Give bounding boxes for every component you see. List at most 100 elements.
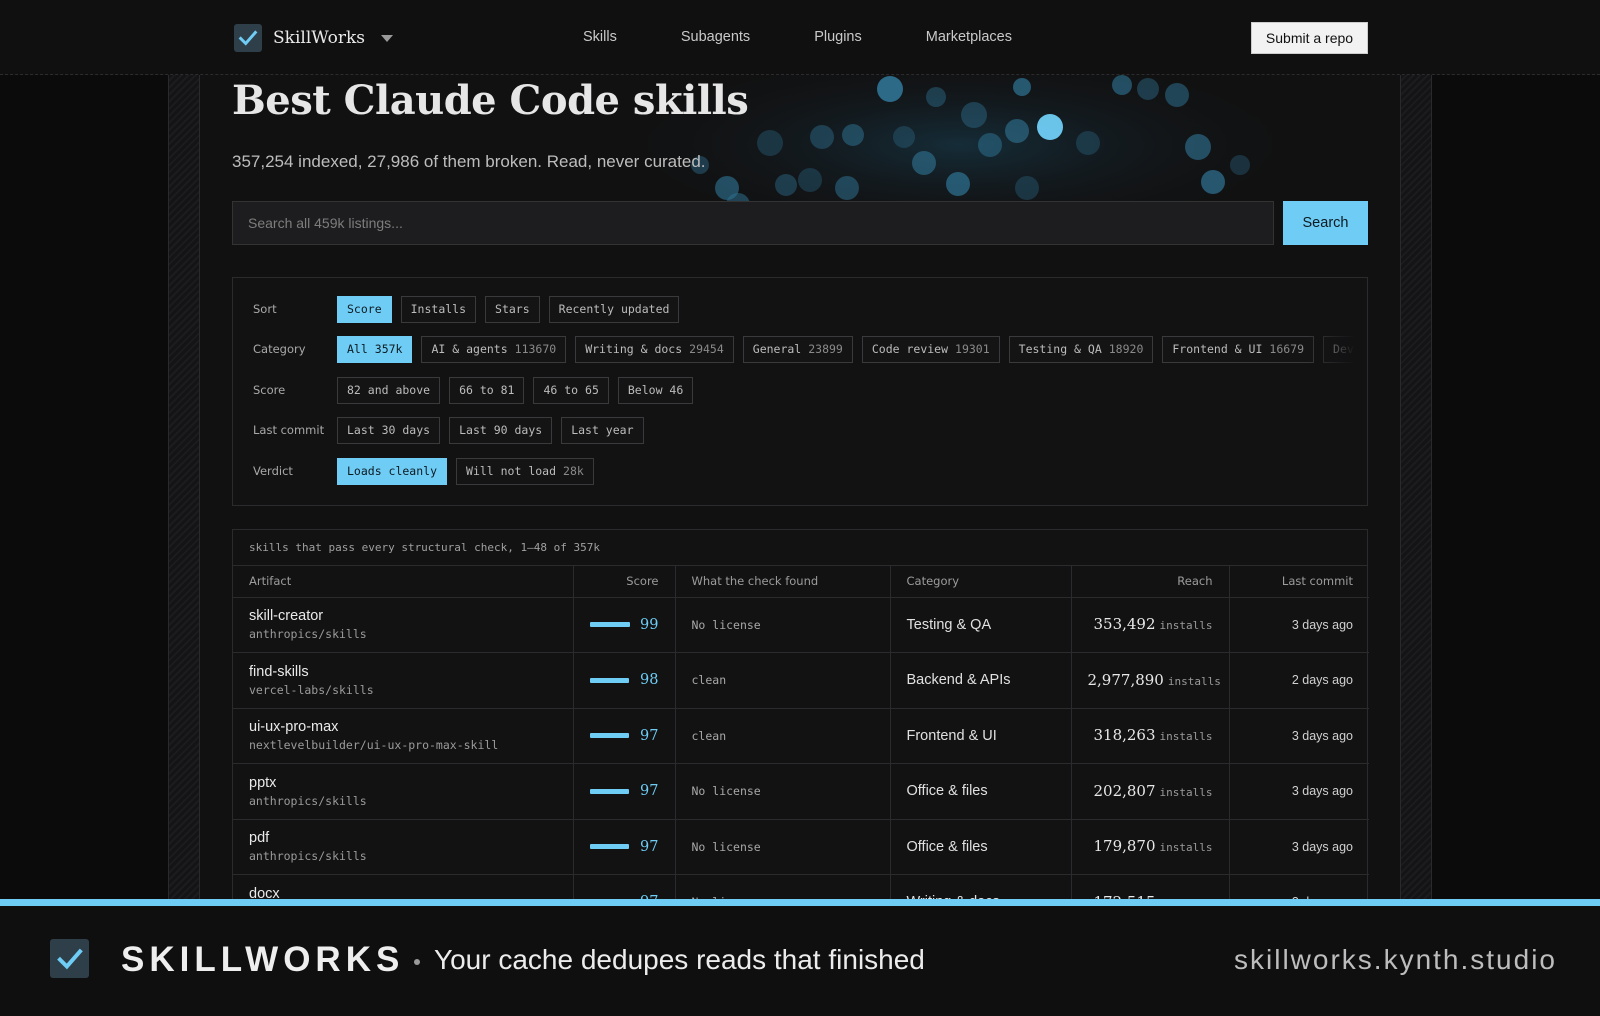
filter-chip[interactable]: 66 to 81 xyxy=(449,376,525,404)
chip-label: 82 and above xyxy=(347,383,431,397)
nav-link-subagents[interactable]: Subagents xyxy=(681,29,750,45)
artifact-name[interactable]: find-skills xyxy=(249,664,557,680)
col-reach[interactable]: Reach xyxy=(1071,566,1230,598)
chip-group: Score Installs Stars Recently updated xyxy=(337,295,688,323)
artifact-repo[interactable]: anthropics/skills xyxy=(249,627,557,641)
nav-link-plugins[interactable]: Plugins xyxy=(814,29,862,45)
cell-reach: 202,807 installs xyxy=(1071,763,1230,820)
table-row[interactable]: pptx anthropics/skills 97 No license Office … xyxy=(233,763,1369,820)
category-value: Frontend & UI xyxy=(906,727,997,744)
search-button[interactable]: Search xyxy=(1283,201,1368,245)
caret-down-icon[interactable] xyxy=(380,34,393,42)
artifact-name[interactable]: skill-creator xyxy=(249,608,557,624)
filter-chip[interactable]: Last 90 days xyxy=(449,416,553,444)
skills-table: Artifact Score What the check found Cate… xyxy=(233,566,1369,905)
filter-row-category: Category All 357k AI & agents 113670 Writing… xyxy=(253,335,1367,363)
filter-chip[interactable]: General 23899 xyxy=(742,335,853,363)
filter-chip[interactable]: Loads cleanly xyxy=(337,457,448,485)
chip-group: Loads cleanly Will not load 28k xyxy=(337,457,603,485)
artifact-repo[interactable]: vercel-labs/skills xyxy=(249,683,557,697)
search-input[interactable] xyxy=(232,201,1274,245)
score-value: 98 xyxy=(640,672,659,689)
reach-value: 179,870 xyxy=(1093,837,1156,856)
chip-label: Below 46 xyxy=(627,383,684,397)
chip-label: Testing & QA xyxy=(1018,342,1102,356)
chip-count: 113670 xyxy=(514,342,557,356)
cell-category: Office & files xyxy=(890,763,1072,820)
brand-menu[interactable]: SkillWorks xyxy=(234,24,393,52)
col-category[interactable]: Category xyxy=(890,566,1072,598)
filter-label: Verdict xyxy=(253,464,293,478)
col-score[interactable]: Score xyxy=(573,566,676,598)
score-value: 97 xyxy=(640,727,659,744)
filter-chip[interactable]: AI & agents 113670 xyxy=(421,335,567,363)
cell-artifact: pdf anthropics/skills xyxy=(233,819,574,875)
filter-chip[interactable]: All 357k xyxy=(337,335,413,363)
filter-chip[interactable]: 46 to 65 xyxy=(533,376,609,404)
bullet-dot-icon xyxy=(414,959,420,965)
col-last-commit[interactable]: Last commit xyxy=(1229,566,1369,598)
filter-chip[interactable]: Frontend & UI 16679 xyxy=(1162,335,1315,363)
reach-value: 202,807 xyxy=(1093,781,1156,800)
submit-repo-button[interactable]: Submit a repo xyxy=(1251,22,1368,54)
table-row[interactable]: ui-ux-pro-max nextlevelbuilder/ui-ux-pro-… xyxy=(233,708,1369,764)
check-result: clean xyxy=(691,728,727,743)
filter-chip[interactable]: Stars xyxy=(485,295,540,323)
cell-check-found: clean xyxy=(675,708,891,764)
artifact-name[interactable]: pptx xyxy=(249,775,557,791)
artifact-name[interactable]: ui-ux-pro-max xyxy=(249,719,557,735)
decorative-dot xyxy=(1137,78,1159,100)
cell-reach: 2,977,890 installs xyxy=(1071,652,1230,709)
cell-category: Testing & QA xyxy=(890,597,1072,653)
cell-score: 97 xyxy=(573,708,676,764)
chip-count: 18920 xyxy=(1108,342,1144,356)
filter-chip[interactable]: Last year xyxy=(561,416,644,444)
decorative-dot xyxy=(842,124,864,146)
chip-group: All 357k AI & agents 113670 Writing & docs 29… xyxy=(337,335,1367,363)
decorative-dot xyxy=(1013,78,1031,96)
cell-check-found: clean xyxy=(675,652,891,709)
reach-unit: installs xyxy=(1159,841,1213,855)
artifact-repo[interactable]: anthropics/skills xyxy=(249,794,557,808)
filter-chip[interactable]: 82 and above xyxy=(337,376,441,404)
filter-chip[interactable]: Last 30 days xyxy=(337,416,441,444)
filter-chip[interactable]: Writing & docs 29454 xyxy=(575,335,734,363)
artifact-name[interactable]: pdf xyxy=(249,830,557,846)
artifact-repo[interactable]: anthropics/skills xyxy=(249,849,557,863)
nav-link-skills[interactable]: Skills xyxy=(583,29,617,45)
filter-chip[interactable]: Recently updated xyxy=(548,295,680,323)
results-caption: skills that pass every structural check,… xyxy=(233,530,1367,566)
table-row[interactable]: skill-creator anthropics/skills 99 No licen… xyxy=(233,597,1369,653)
decorative-dot xyxy=(798,168,822,192)
filter-chip[interactable]: Testing & QA 18920 xyxy=(1008,335,1154,363)
table-row[interactable]: find-skills vercel-labs/skills 98 clean Back… xyxy=(233,652,1369,709)
chip-label: Will not load xyxy=(466,464,557,478)
last-commit-value: 2 days ago xyxy=(1291,673,1353,688)
table-row[interactable]: pdf anthropics/skills 97 No license Office &… xyxy=(233,819,1369,875)
cell-artifact: skill-creator anthropics/skills xyxy=(233,597,574,653)
nav-link-marketplaces[interactable]: Marketplaces xyxy=(926,29,1012,45)
filter-chip[interactable]: Installs xyxy=(400,295,477,323)
footer-banner: SKILLWORKS Your cache dedupes reads that… xyxy=(0,899,1600,1016)
cell-artifact: find-skills vercel-labs/skills xyxy=(233,652,574,709)
decorative-dot xyxy=(946,172,970,196)
filter-row-sort: Sort Score Installs Stars Recently updated xyxy=(253,295,688,323)
reach-unit: installs xyxy=(1159,785,1213,799)
overflow-fade xyxy=(1307,318,1367,378)
filter-chip[interactable]: Will not load 28k xyxy=(456,457,594,485)
decorative-dot xyxy=(978,133,1002,157)
cell-score: 98 xyxy=(573,652,676,709)
filter-chip[interactable]: Below 46 xyxy=(617,376,694,404)
artifact-repo[interactable]: nextlevelbuilder/ui-ux-pro-max-skill xyxy=(249,738,557,752)
decorative-dot xyxy=(877,76,903,102)
col-check-found[interactable]: What the check found xyxy=(675,566,891,598)
chip-label: Code review xyxy=(871,342,949,356)
cell-last-commit: 3 days ago xyxy=(1229,708,1369,764)
chip-label: Last 90 days xyxy=(459,423,543,437)
decorative-dot xyxy=(912,151,936,175)
decorative-dot xyxy=(1165,83,1189,107)
filter-chip[interactable]: Code review 19301 xyxy=(861,335,1000,363)
col-artifact[interactable]: Artifact xyxy=(233,566,574,598)
banner-url[interactable]: skillworks.kynth.studio xyxy=(1234,944,1557,976)
filter-chip[interactable]: Score xyxy=(337,295,392,323)
